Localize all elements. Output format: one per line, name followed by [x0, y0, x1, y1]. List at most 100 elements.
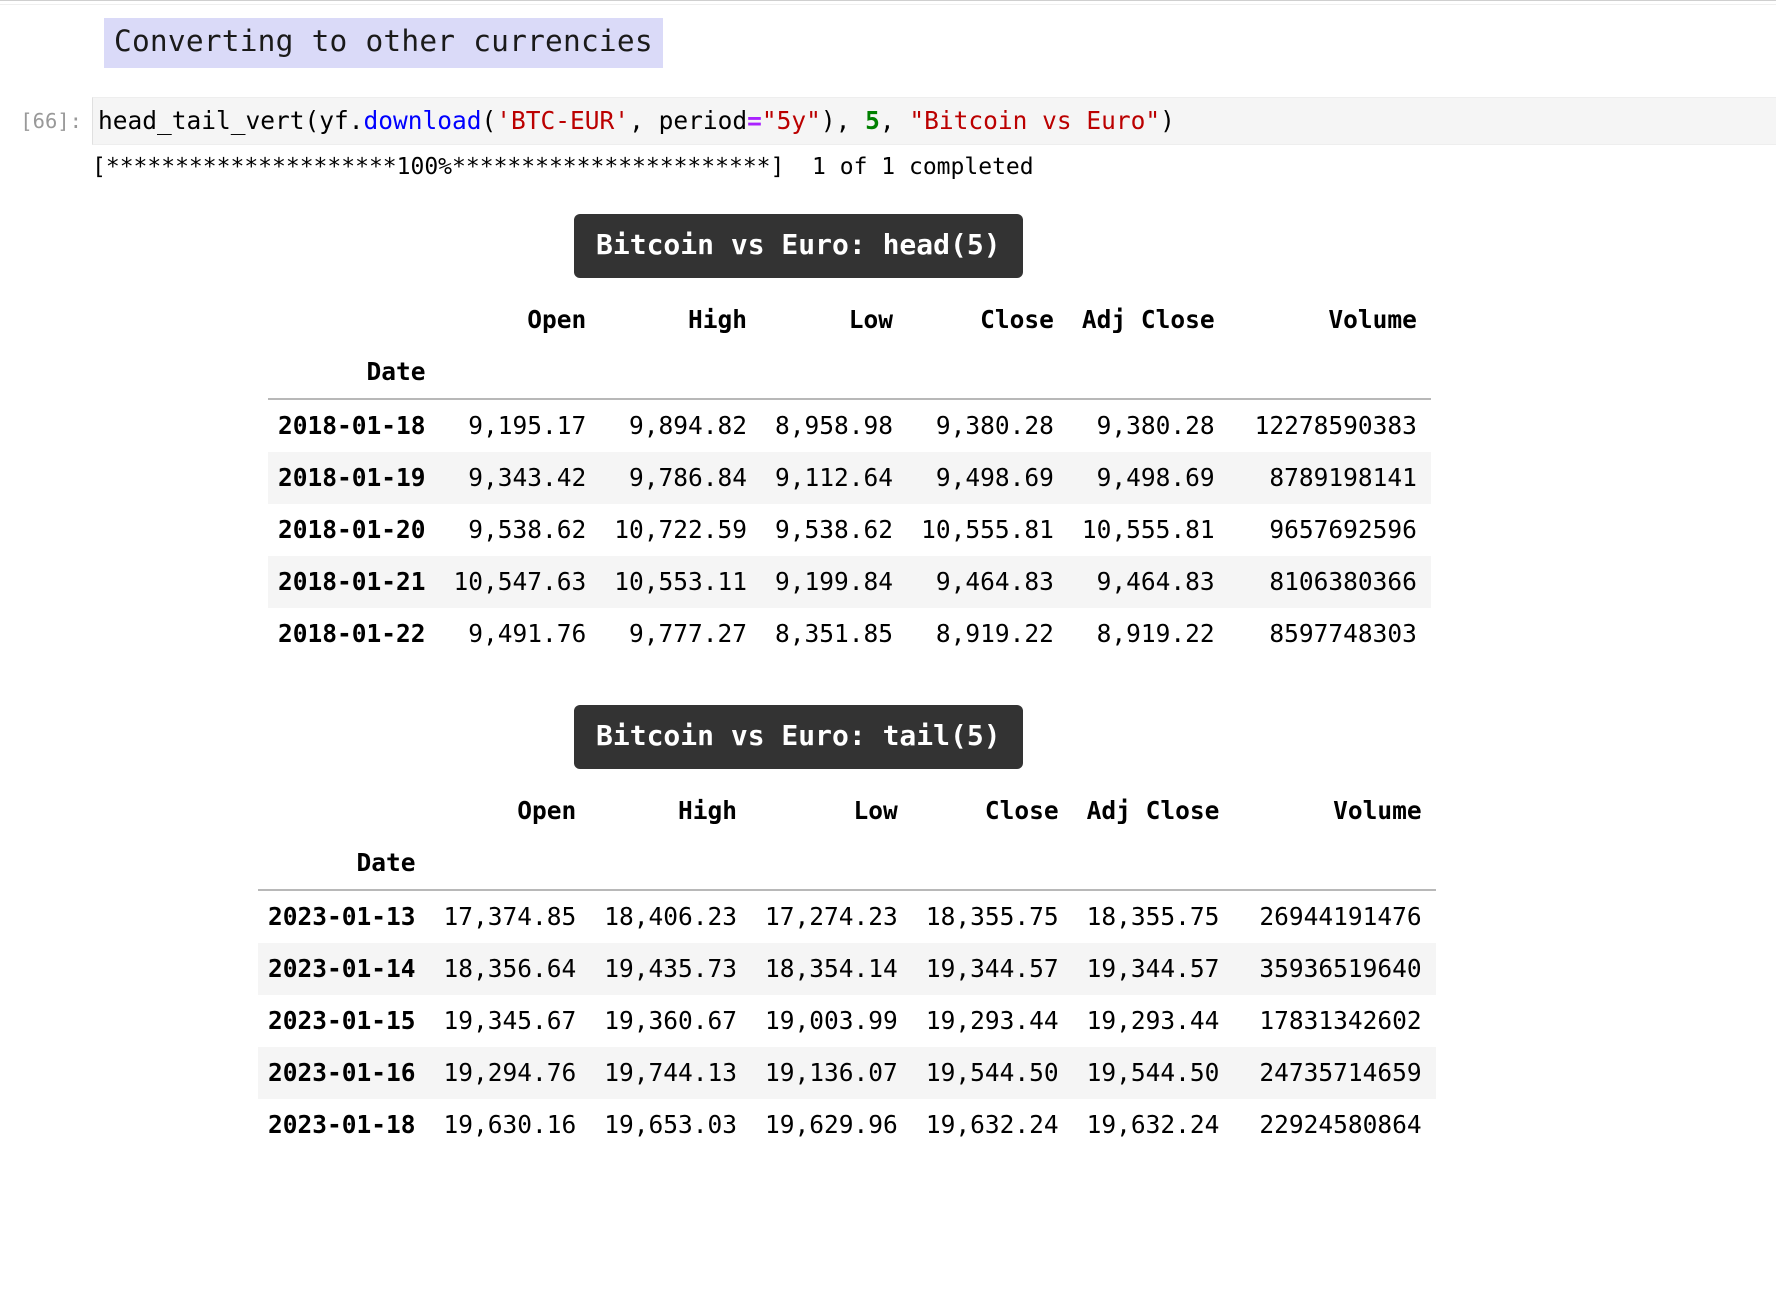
cell-low: 9,538.62	[775, 515, 894, 544]
table-caption-head: Bitcoin vs Euro: head(5)	[574, 214, 1023, 278]
cell-high: 19,435.73	[604, 954, 738, 983]
cell-low: 17,274.23	[765, 902, 898, 931]
table-header-corner	[258, 785, 430, 837]
table-row: 2023-01-13 17,374.85 18,406.23 17,274.23 18,…	[258, 890, 1436, 943]
code-token-str-10: "Bitcoin vs Euro"	[909, 106, 1161, 135]
cell-volume: 8597748303	[1269, 619, 1417, 648]
cell-high: 10,553.11	[614, 567, 748, 596]
cell-open: 18,356.64	[443, 954, 577, 983]
column-header-volume: Volume	[1333, 796, 1422, 825]
code-token-str-6: "5y"	[761, 106, 821, 135]
row-index-date: 2023-01-14	[268, 954, 416, 983]
index-row-spacer	[761, 346, 908, 400]
table-row: 2023-01-16 19,294.76 19,744.13 19,136.07 19,…	[258, 1047, 1436, 1099]
column-header-close: Close	[984, 796, 1059, 825]
table-caption-tail: Bitcoin vs Euro: tail(5)	[574, 705, 1023, 769]
code-input-area[interactable]: head_tail_vert(yf.download('BTC-EUR', pe…	[92, 97, 1776, 145]
cell-high: 19,744.13	[604, 1058, 738, 1087]
cell-adj-close: 9,498.69	[1096, 463, 1215, 492]
cell-adj-close: 8,919.22	[1096, 619, 1215, 648]
cell-low: 8,351.85	[775, 619, 894, 648]
cell-close: 8,919.22	[935, 619, 1054, 648]
cell-volume: 12278590383	[1254, 411, 1417, 440]
cell-low: 19,136.07	[765, 1058, 898, 1087]
row-index-date: 2018-01-20	[278, 515, 426, 544]
cell-open: 17,374.85	[443, 902, 577, 931]
stdout-progress-line: [*********************100%**************…	[92, 154, 1034, 180]
column-header-adj-close: Adj Close	[1086, 796, 1220, 825]
cell-low: 19,629.96	[765, 1110, 898, 1139]
jupyter-notebook-page: Converting to other currencies [66]: hea…	[0, 0, 1776, 1294]
cell-low: 8,958.98	[775, 411, 894, 440]
row-index-date: 2018-01-21	[278, 567, 426, 596]
cell-volume: 8106380366	[1269, 567, 1417, 596]
cell-adj-close: 10,555.81	[1081, 515, 1215, 544]
cell-adj-close: 18,355.75	[1086, 902, 1220, 931]
cell-high: 19,653.03	[604, 1110, 738, 1139]
cell-low: 19,003.99	[765, 1006, 898, 1035]
column-header-open: Open	[527, 305, 587, 334]
row-index-date: 2023-01-13	[268, 902, 416, 931]
table-row: 2018-01-18 9,195.17 9,894.82 8,958.98 9,380.…	[268, 399, 1431, 452]
cell-high: 18,406.23	[604, 902, 738, 931]
code-token-plain-7: ),	[820, 106, 866, 135]
cell-volume: 17831342602	[1259, 1006, 1422, 1035]
index-name-label: Date	[268, 346, 440, 400]
row-index-date: 2023-01-15	[268, 1006, 416, 1035]
row-index-date: 2023-01-18	[268, 1110, 416, 1139]
cell-high: 9,777.27	[629, 619, 748, 648]
cell-volume: 35936519640	[1259, 954, 1422, 983]
cell-volume: 8789198141	[1269, 463, 1417, 492]
cell-close: 18,355.75	[925, 902, 1059, 931]
cell-close: 9,464.83	[935, 567, 1054, 596]
code-cell[interactable]: [66]: head_tail_vert(yf.download('BTC-EU…	[0, 97, 1776, 145]
cell-adj-close: 9,464.83	[1096, 567, 1215, 596]
column-header-high: High	[688, 305, 748, 334]
column-header-low: Low	[848, 305, 894, 334]
table-header-row-index-name: Date	[268, 346, 1431, 400]
cell-close: 19,293.44	[925, 1006, 1059, 1035]
table-header-row-columns: Open High Low Close Adj Close Volume	[258, 785, 1436, 837]
index-row-spacer	[1228, 346, 1431, 400]
table-row: 2018-01-20 9,538.62 10,722.59 9,538.62 10,55…	[268, 504, 1431, 556]
cell-low: 9,112.64	[775, 463, 894, 492]
cell-volume: 9657692596	[1269, 515, 1417, 544]
cell-volume: 26944191476	[1259, 902, 1422, 931]
cell-open: 19,345.67	[443, 1006, 577, 1035]
column-header-volume: Volume	[1328, 305, 1417, 334]
code-source-line: head_tail_vert(yf.download('BTC-EUR', pe…	[98, 106, 1175, 136]
cell-close: 19,344.57	[925, 954, 1059, 983]
row-index-date: 2018-01-22	[278, 619, 426, 648]
index-row-spacer	[911, 837, 1073, 891]
cell-open: 9,343.42	[468, 463, 587, 492]
cell-high: 9,786.84	[629, 463, 748, 492]
cell-high: 19,360.67	[604, 1006, 738, 1035]
table-header: Open High Low Close Adj Close Volume Date	[258, 785, 1436, 891]
table-body: 2018-01-18 9,195.17 9,894.82 8,958.98 9,380.…	[268, 399, 1431, 660]
code-token-fn-1: download	[363, 106, 482, 135]
table-header-corner	[268, 294, 440, 346]
column-header-high: High	[678, 796, 738, 825]
cell-close: 9,380.28	[935, 411, 1054, 440]
index-row-spacer	[907, 346, 1068, 400]
cell-close: 19,632.24	[925, 1110, 1059, 1139]
row-index-date: 2018-01-19	[278, 463, 426, 492]
cell-adj-close: 19,293.44	[1086, 1006, 1220, 1035]
code-token-plain-0: head_tail_vert(yf.	[98, 106, 364, 135]
markdown-cell[interactable]: Converting to other currencies	[104, 18, 663, 68]
cell-close: 9,498.69	[935, 463, 1054, 492]
index-row-spacer	[751, 837, 912, 891]
window-top-rule-secondary	[0, 4, 1776, 5]
cell-low: 9,199.84	[775, 567, 894, 596]
dataframe-table-head: Open High Low Close Adj Close Volume Date 2018-…	[268, 294, 1431, 660]
cell-high: 9,894.82	[629, 411, 748, 440]
index-name-label: Date	[258, 837, 430, 891]
cell-open: 9,491.76	[468, 619, 587, 648]
code-token-num-8: 5	[865, 106, 880, 135]
table-row: 2023-01-18 19,630.16 19,653.03 19,629.96 19,…	[258, 1099, 1436, 1151]
table-body: 2023-01-13 17,374.85 18,406.23 17,274.23 18,…	[258, 890, 1436, 1151]
index-row-spacer	[439, 346, 601, 400]
table-row: 2018-01-19 9,343.42 9,786.84 9,112.64 9,498.…	[268, 452, 1431, 504]
row-index-date: 2023-01-16	[268, 1058, 416, 1087]
table-row: 2023-01-15 19,345.67 19,360.67 19,003.99 19,…	[258, 995, 1436, 1047]
